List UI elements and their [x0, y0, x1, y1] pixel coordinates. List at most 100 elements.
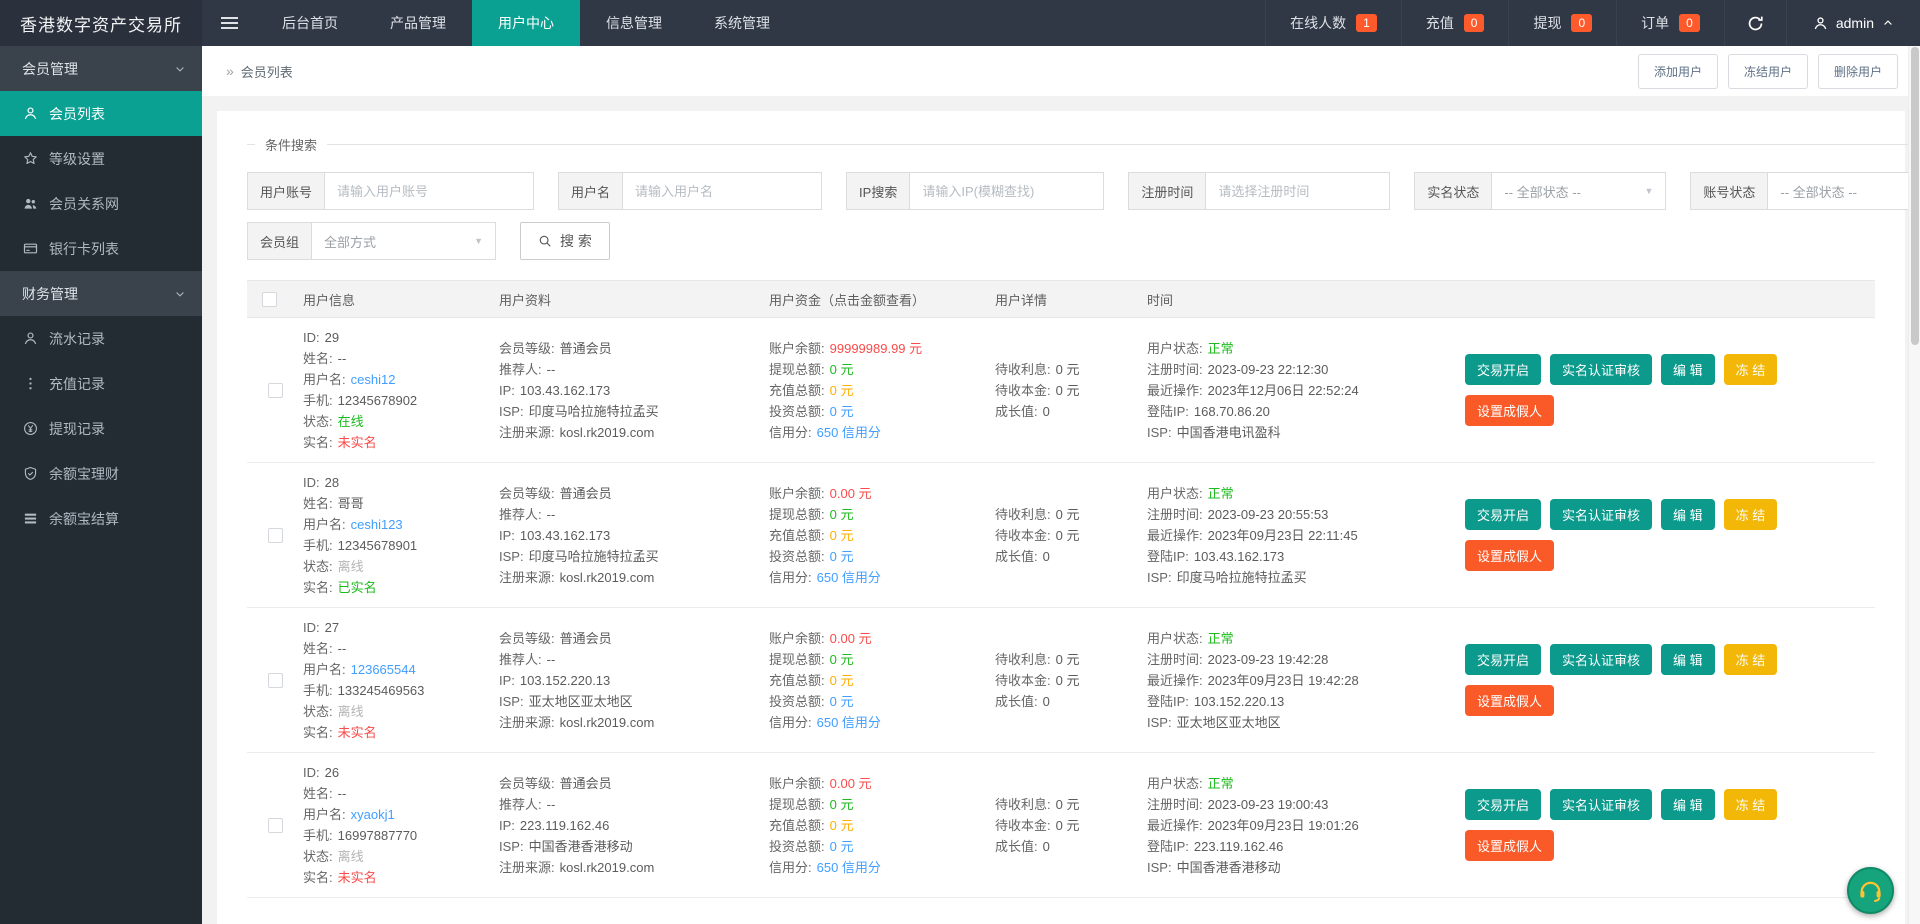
sidebar-item-0-0[interactable]: 会员列表 — [0, 91, 202, 136]
admin-menu[interactable]: admin — [1785, 0, 1920, 46]
edit-button[interactable]: 编 辑 — [1661, 499, 1715, 530]
realname-audit-button[interactable]: 实名认证审核 — [1550, 644, 1653, 675]
regtime-input[interactable] — [1205, 172, 1391, 210]
trade-toggle-button[interactable]: 交易开启 — [1465, 644, 1542, 675]
account-status-select[interactable]: -- 全部状态 -- ▼ — [1767, 172, 1920, 210]
field-value[interactable]: 0 元 — [830, 507, 854, 522]
row-checkbox[interactable] — [267, 817, 283, 833]
field-value[interactable]: ceshi123 — [351, 517, 403, 532]
field-value[interactable]: 0 元 — [830, 652, 854, 667]
field-value[interactable]: 0 元 — [830, 383, 854, 398]
realname-audit-button[interactable]: 实名认证审核 — [1550, 499, 1653, 530]
field-value[interactable]: ceshi12 — [351, 372, 396, 387]
nav-item-2[interactable]: 用户中心 — [472, 0, 580, 46]
realname-audit-button[interactable]: 实名认证审核 — [1550, 354, 1653, 385]
field-label: ID: — [303, 765, 320, 780]
field-value[interactable]: 650 信用分 — [817, 570, 881, 585]
field-value[interactable]: 0 元 — [830, 528, 854, 543]
sidebar-item-1-2[interactable]: 提现记录 — [0, 406, 202, 451]
delete-user-button[interactable]: 删除用户 — [1817, 53, 1898, 89]
sidebar-item-1-4[interactable]: 余额宝结算 — [0, 496, 202, 541]
freeze-button[interactable]: 冻 结 — [1723, 644, 1778, 675]
field-label: 成长值: — [995, 693, 1038, 709]
topbar-right: 在线人数 1 充值 0 提现 0 订单 0 admin — [1265, 0, 1920, 46]
username-input[interactable] — [622, 172, 823, 210]
sidebar-section-1[interactable]: 财务管理 — [0, 271, 202, 316]
trade-toggle-button[interactable]: 交易开启 — [1465, 354, 1542, 385]
nav-stat-2[interactable]: 提现 0 — [1508, 0, 1616, 46]
realname-audit-button[interactable]: 实名认证审核 — [1550, 789, 1653, 820]
sidebar-item-0-1[interactable]: 等级设置 — [0, 136, 202, 181]
freeze-button[interactable]: 冻 结 — [1723, 354, 1778, 385]
realname-status-select[interactable]: -- 全部状态 -- ▼ — [1491, 172, 1667, 210]
field-value[interactable]: xyaokj1 — [351, 807, 395, 822]
edit-button[interactable]: 编 辑 — [1661, 644, 1715, 675]
sidebar-item-1-1[interactable]: 充值记录 — [0, 361, 202, 406]
trade-toggle-button[interactable]: 交易开启 — [1465, 789, 1542, 820]
nav-stat-0[interactable]: 在线人数 1 — [1265, 0, 1401, 46]
field-label: 状态: — [303, 849, 333, 864]
freeze-button[interactable]: 冻 结 — [1723, 789, 1778, 820]
member-group-select[interactable]: 全部方式 ▼ — [311, 222, 497, 260]
nav-stat-3[interactable]: 订单 0 — [1616, 0, 1724, 46]
field-value[interactable]: 99999989.99 元 — [830, 341, 923, 356]
field-value: 亚太地区亚太地区 — [1176, 714, 1281, 730]
row-checkbox[interactable] — [267, 382, 283, 398]
funds-line: 提现总额: 0 元 — [769, 794, 983, 815]
field-value[interactable]: 0 元 — [830, 404, 854, 419]
field-value[interactable]: 0.00 元 — [830, 776, 872, 791]
field-value[interactable]: 0 元 — [830, 694, 854, 709]
sidebar-item-0-2[interactable]: 会员关系网 — [0, 181, 202, 226]
edit-button[interactable]: 编 辑 — [1661, 354, 1715, 385]
field-value[interactable]: 0 元 — [830, 797, 854, 812]
search-panel-title: 条件搜索 — [265, 138, 318, 153]
nav-item-4[interactable]: 系统管理 — [688, 0, 796, 46]
field-value[interactable]: 123665544 — [351, 662, 416, 677]
sidebar-section-0[interactable]: 会员管理 — [0, 46, 202, 91]
set-fake-user-button[interactable]: 设置成假人 — [1465, 830, 1555, 861]
field-value[interactable]: 0 元 — [830, 839, 854, 854]
time-line: 最近操作: 2023年09月23日 22:11:45 — [1147, 525, 1453, 546]
trade-toggle-button[interactable]: 交易开启 — [1465, 499, 1542, 530]
customer-service-button[interactable] — [1847, 867, 1894, 914]
field-value[interactable]: 0 元 — [830, 673, 854, 688]
nav-item-1[interactable]: 产品管理 — [364, 0, 472, 46]
refresh-button[interactable] — [1723, 0, 1786, 46]
sidebar-item-0-3[interactable]: 银行卡列表 — [0, 226, 202, 271]
field-value[interactable]: 650 信用分 — [817, 715, 881, 730]
row-checkbox[interactable] — [267, 672, 283, 688]
field-label: 状态: — [303, 704, 333, 719]
menu-toggle-icon[interactable] — [202, 0, 256, 46]
field-value[interactable]: 0.00 元 — [830, 486, 872, 501]
field-value[interactable]: 650 信用分 — [817, 860, 881, 875]
set-fake-user-button[interactable]: 设置成假人 — [1465, 395, 1555, 426]
field-value[interactable]: 0 元 — [830, 549, 854, 564]
nav-stat-1[interactable]: 充值 0 — [1400, 0, 1509, 46]
field-label: 手机: — [303, 683, 333, 698]
nav-item-0[interactable]: 后台首页 — [256, 0, 364, 46]
field-label: ISP: — [1147, 569, 1172, 585]
sidebar-item-1-3[interactable]: 余额宝理财 — [0, 451, 202, 496]
sidebar-item-label: 会员列表 — [49, 105, 105, 122]
scrollbar-thumb[interactable] — [1911, 47, 1919, 345]
field-value[interactable]: 0.00 元 — [830, 631, 872, 646]
sidebar-item-1-0[interactable]: 流水记录 — [0, 316, 202, 361]
select-all-checkbox[interactable] — [261, 291, 277, 307]
add-user-button[interactable]: 添加用户 — [1637, 53, 1718, 89]
edit-button[interactable]: 编 辑 — [1661, 789, 1715, 820]
search-button[interactable]: 搜 索 — [520, 222, 610, 260]
field-value[interactable]: 0 元 — [830, 362, 854, 377]
field-value[interactable]: 650 信用分 — [817, 425, 881, 440]
ip-input[interactable] — [909, 172, 1105, 210]
freeze-button[interactable]: 冻 结 — [1723, 499, 1778, 530]
row-checkbox[interactable] — [267, 527, 283, 543]
set-fake-user-button[interactable]: 设置成假人 — [1465, 685, 1555, 716]
profile-line: 会员等级: 普通会员 — [499, 483, 757, 504]
freeze-user-button[interactable]: 冻结用户 — [1727, 53, 1808, 89]
field-value: 103.43.162.173 — [519, 382, 611, 398]
account-input[interactable] — [324, 172, 535, 210]
scrollbar — [1908, 46, 1920, 924]
nav-item-3[interactable]: 信息管理 — [580, 0, 688, 46]
field-value[interactable]: 0 元 — [830, 818, 854, 833]
set-fake-user-button[interactable]: 设置成假人 — [1465, 540, 1555, 571]
